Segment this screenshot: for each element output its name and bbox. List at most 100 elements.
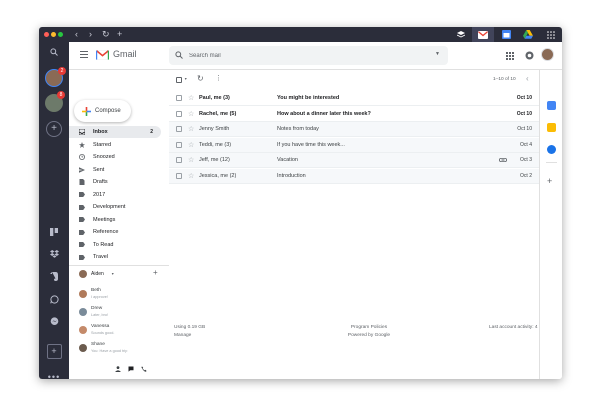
account-avatar-2[interactable]: 8: [45, 91, 65, 112]
row-checkbox[interactable]: [176, 172, 182, 179]
forward-icon[interactable]: ›: [89, 28, 92, 41]
hangouts-contact[interactable]: Drew Later, bro!: [69, 306, 169, 322]
nav-item-travel[interactable]: Travel: [69, 251, 161, 263]
trello-icon[interactable]: [39, 228, 69, 236]
calendar-addon-icon[interactable]: [547, 101, 556, 110]
user-avatar[interactable]: [541, 48, 554, 61]
minimize-window-button[interactable]: [51, 32, 56, 37]
dropbox-icon[interactable]: [39, 250, 69, 258]
hangouts-contact[interactable]: Shane You: Have a good trip: [69, 342, 169, 358]
nav-item-inbox[interactable]: Inbox 2: [69, 126, 161, 138]
nav-item-starred[interactable]: Starred: [69, 139, 161, 151]
notifications-icon[interactable]: [525, 51, 534, 60]
hangouts-contact[interactable]: Vanessa Sounds good.: [69, 324, 169, 340]
get-addons-icon[interactable]: +: [547, 176, 552, 186]
nav-item-to-read[interactable]: To Read: [69, 239, 161, 251]
nav-item-2017[interactable]: 2017: [69, 189, 161, 201]
email-date: Oct 10: [516, 110, 532, 117]
whatsapp-icon[interactable]: [39, 295, 69, 304]
newer-page-icon[interactable]: ‹: [526, 74, 529, 83]
gmail-logo-icon[interactable]: [96, 50, 109, 60]
email-row[interactable]: ☆ Jessica, me (2) Introduction Oct 2: [169, 168, 539, 184]
new-tab-icon[interactable]: +: [117, 28, 122, 41]
maximize-window-button[interactable]: [58, 32, 63, 37]
select-dropdown-icon[interactable]: ▼: [184, 77, 187, 81]
email-row[interactable]: ☆ Teddi, me (3) If you have time this week…: [169, 137, 539, 153]
star-icon[interactable]: ☆: [188, 141, 194, 149]
new-conversation-icon[interactable]: +: [153, 268, 158, 277]
reload-icon[interactable]: ↻: [102, 28, 110, 41]
gmail-app-icon[interactable]: [472, 27, 494, 42]
drive-app-icon[interactable]: [517, 27, 539, 42]
row-checkbox[interactable]: [176, 110, 182, 117]
compose-button[interactable]: Compose: [74, 100, 131, 122]
hangouts-me-name[interactable]: Aiden: [91, 271, 104, 277]
star-icon[interactable]: ☆: [188, 172, 194, 180]
hangouts-header: Aiden ▼ +: [69, 267, 169, 281]
chat-icon[interactable]: [128, 366, 134, 372]
contact-avatar: [79, 326, 87, 334]
add-app-icon[interactable]: +: [39, 344, 69, 359]
nav-item-snoozed[interactable]: Snoozed: [69, 151, 161, 163]
email-row[interactable]: ☆ Jenny Smith Notes from today Oct 10: [169, 122, 539, 137]
back-icon[interactable]: ‹: [75, 28, 78, 41]
row-checkbox[interactable]: [176, 141, 182, 148]
refresh-icon[interactable]: ↻: [197, 74, 204, 83]
label-icon: [79, 229, 85, 235]
nav-item-reference[interactable]: Reference: [69, 226, 161, 238]
main-menu-icon[interactable]: [80, 51, 88, 58]
messenger-icon[interactable]: [39, 317, 69, 326]
email-sender: Paul, me (3): [199, 95, 230, 101]
evernote-icon[interactable]: [39, 272, 69, 281]
tasks-addon-icon[interactable]: [547, 145, 556, 154]
divider: [546, 162, 557, 163]
phone-icon[interactable]: [141, 366, 147, 372]
hangouts-me-avatar[interactable]: [79, 270, 87, 278]
rail-search-icon[interactable]: [39, 48, 69, 56]
star-icon[interactable]: ☆: [188, 94, 194, 102]
nav-item-meetings[interactable]: Meetings: [69, 214, 161, 226]
close-window-button[interactable]: [44, 32, 49, 37]
nav-item-label: Reference: [93, 229, 119, 235]
star-icon[interactable]: ☆: [188, 156, 194, 164]
search-box[interactable]: ▼: [169, 46, 448, 65]
hangouts-contact[interactable]: Beth I approve!: [69, 288, 169, 304]
email-row[interactable]: ☆ Rachel, me (5) How about a dinner later …: [169, 106, 539, 122]
calendar-app-icon[interactable]: [495, 27, 517, 42]
email-sender: Jessica, me (2): [199, 172, 237, 179]
nav-item-label: Starred: [93, 141, 112, 148]
email-row[interactable]: ☆ Paul, me (3) You might be interested Oct …: [169, 91, 539, 106]
nav-item-label: Meetings: [93, 216, 116, 223]
keep-addon-icon[interactable]: [547, 123, 556, 132]
row-checkbox[interactable]: [176, 157, 182, 163]
gmail-wordmark: Gmail: [113, 49, 137, 59]
contacts-icon[interactable]: [115, 366, 121, 372]
email-row[interactable]: ☆ Jeff, me (12) Vacation Oct 3: [169, 153, 539, 168]
addons-panel: + ›: [539, 70, 562, 379]
search-options-icon[interactable]: ▼: [435, 51, 440, 57]
apps-launcher-icon[interactable]: [506, 52, 514, 60]
attachment-icon[interactable]: [499, 158, 507, 162]
footer-storage: Using 0.19 GB Manage: [174, 324, 205, 340]
more-icon[interactable]: •••: [39, 372, 69, 379]
star-icon[interactable]: ☆: [188, 125, 194, 133]
search-input[interactable]: [189, 49, 429, 62]
search-icon[interactable]: [175, 51, 183, 59]
more-actions-icon[interactable]: ⋮: [215, 74, 222, 82]
program-policies-link[interactable]: Program Policies: [329, 324, 409, 332]
manage-storage-link[interactable]: Manage: [174, 332, 205, 340]
row-checkbox[interactable]: [176, 95, 182, 101]
nav-item-sent[interactable]: Sent: [69, 164, 161, 176]
hangouts-status-dropdown-icon[interactable]: ▼: [111, 272, 114, 276]
stack-app-icon[interactable]: [450, 27, 472, 42]
nav-item-drafts[interactable]: Drafts: [69, 176, 161, 188]
nav-item-development[interactable]: Development: [69, 201, 161, 213]
row-checkbox[interactable]: [176, 126, 182, 132]
send-icon: [79, 166, 85, 173]
contact-status: Later, bro!: [91, 313, 109, 317]
account-avatar-1[interactable]: 2: [45, 67, 66, 87]
select-all-checkbox[interactable]: [176, 77, 182, 83]
add-account-icon[interactable]: +: [39, 121, 69, 137]
apps-grid-icon[interactable]: [540, 27, 562, 42]
star-icon[interactable]: ☆: [188, 110, 194, 118]
